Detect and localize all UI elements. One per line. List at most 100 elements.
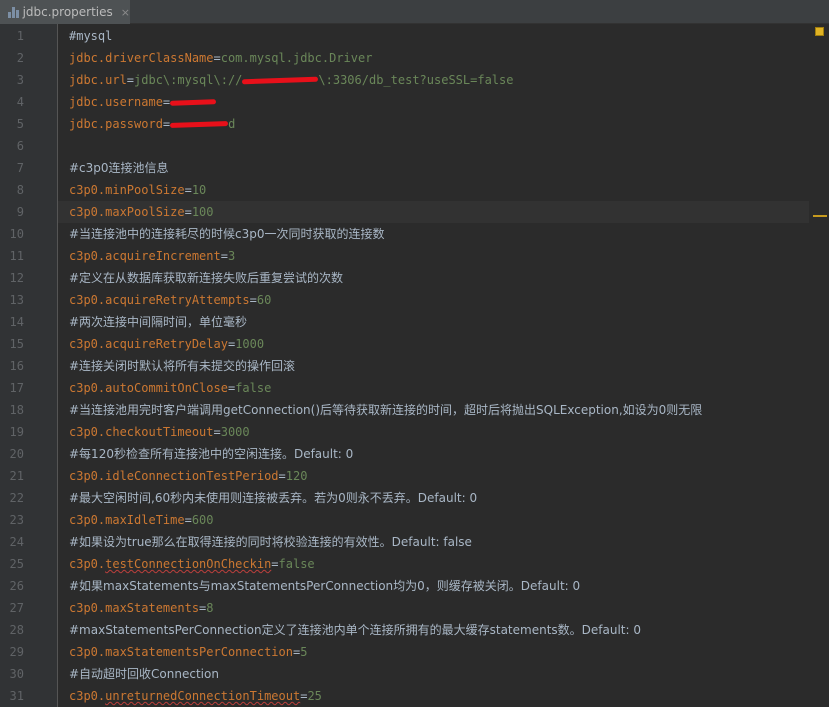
code-editor[interactable]: #mysql jdbc.driverClassName=com.mysql.jdb… [58, 24, 809, 707]
comment-text: #mysql [69, 29, 113, 43]
code-line[interactable]: #当连接池用完时客户端调用getConnection()后等待获取新连接的时间，… [58, 399, 809, 421]
line-content: c3p0.acquireRetryAttempts=60 [69, 289, 271, 311]
code-line[interactable]: jdbc.password= d [58, 113, 809, 135]
comment-text: #如果设为true那么在取得连接的同时将校验连接的有效性。Default: fa… [69, 535, 472, 549]
code-line[interactable]: c3p0.maxIdleTime=600 [58, 509, 809, 531]
code-line[interactable]: #两次连接中间隔时间，单位毫秒 [58, 311, 809, 333]
property-value: 3000 [220, 425, 250, 439]
comment-text: #如果maxStatements与maxStatementsPerConnect… [69, 579, 581, 593]
property-value: 100 [191, 205, 214, 219]
line-content: #如果maxStatements与maxStatementsPerConnect… [69, 575, 580, 597]
line-number: 1 [16, 29, 24, 43]
line-number: 24 [9, 535, 24, 549]
line-content: #定义在从数据库获取新连接失败后重复尝试的次数 [69, 267, 343, 289]
line-content: #每120秒检查所有连接池中的空闲连接。Default: 0 [69, 443, 353, 465]
property-value: com.mysql.jdbc.Driver [220, 51, 373, 65]
line-content: #mysql [69, 25, 112, 47]
code-line[interactable]: c3p0.testConnectionOnCheckin=false [58, 553, 809, 575]
code-line[interactable]: #mysql [58, 25, 809, 47]
line-content: c3p0.unreturnedConnectionTimeout=25 [69, 685, 322, 707]
property-key: c3p0.maxStatements [69, 601, 200, 615]
property-value: 60 [256, 293, 272, 307]
close-icon[interactable]: × [121, 6, 130, 19]
tab-jdbc-properties[interactable]: jdbc.properties × [0, 0, 130, 24]
property-key: c3p0.minPoolSize [69, 183, 185, 197]
code-line[interactable]: c3p0.maxStatements=8 [58, 597, 809, 619]
line-content: c3p0.checkoutTimeout=3000 [69, 421, 250, 443]
line-number: 6 [16, 139, 24, 153]
comment-text: #maxStatementsPerConnection定义了连接池内单个连接所拥… [69, 623, 641, 637]
equals-sign: = [184, 205, 192, 219]
code-line[interactable]: c3p0.checkoutTimeout=3000 [58, 421, 809, 443]
line-number: 19 [9, 425, 24, 439]
property-key: c3p0.maxStatementsPerConnection [69, 645, 293, 659]
line-content: #最大空闲时间,60秒内未使用则连接被丢弃。若为0则永不丢弃。Default: … [69, 487, 477, 509]
code-line[interactable]: #如果maxStatements与maxStatementsPerConnect… [58, 575, 809, 597]
code-line[interactable]: #c3p0连接池信息 [58, 157, 809, 179]
code-line[interactable]: jdbc.url=jdbc\:mysql\:// \:3306/db_test?u… [58, 69, 809, 91]
code-line[interactable]: c3p0.maxPoolSize=100 [58, 201, 809, 223]
property-key-unknown: unreturnedConnectionTimeout [105, 689, 301, 703]
line-content: c3p0.testConnectionOnCheckin=false [69, 553, 315, 575]
warning-marker[interactable] [813, 215, 827, 217]
equals-sign: = [184, 183, 192, 197]
property-key: c3p0.acquireRetryAttempts [69, 293, 250, 307]
code-line[interactable]: c3p0.maxStatementsPerConnection=5 [58, 641, 809, 663]
property-key: jdbc.url [69, 73, 127, 87]
code-line[interactable]: jdbc.username= [58, 91, 809, 113]
equals-sign: = [213, 425, 221, 439]
property-key: c3p0. [69, 557, 106, 571]
code-line[interactable]: #maxStatementsPerConnection定义了连接池内单个连接所拥… [58, 619, 809, 641]
equals-sign: = [184, 513, 192, 527]
property-key: jdbc.password [69, 117, 163, 131]
code-line[interactable] [58, 135, 809, 157]
code-line[interactable]: c3p0.autoCommitOnClose=false [58, 377, 809, 399]
property-key: c3p0.maxIdleTime [69, 513, 185, 527]
line-content: c3p0.autoCommitOnClose=false [69, 377, 271, 399]
code-line[interactable]: #连接关闭时默认将所有未提交的操作回滚 [58, 355, 809, 377]
line-content: #maxStatementsPerConnection定义了连接池内单个连接所拥… [69, 619, 641, 641]
line-content: c3p0.acquireIncrement=3 [69, 245, 235, 267]
code-line[interactable]: c3p0.unreturnedConnectionTimeout=25 [58, 685, 809, 707]
property-value: 3 [227, 249, 236, 263]
property-key: c3p0.maxPoolSize [69, 205, 185, 219]
code-line[interactable]: #每120秒检查所有连接池中的空闲连接。Default: 0 [58, 443, 809, 465]
line-content: jdbc.url=jdbc\:mysql\:// \:3306/db_test?u… [69, 69, 513, 91]
properties-file-icon [8, 5, 19, 19]
code-line[interactable]: jdbc.driverClassName=com.mysql.jdbc.Driv… [58, 47, 809, 69]
line-content: #c3p0连接池信息 [69, 157, 169, 179]
code-line[interactable]: c3p0.acquireRetryAttempts=60 [58, 289, 809, 311]
code-line[interactable]: c3p0.minPoolSize=10 [58, 179, 809, 201]
property-key: c3p0.acquireRetryDelay [69, 337, 228, 351]
comment-text: #最大空闲时间,60秒内未使用则连接被丢弃。若为0则永不丢弃。Default: … [69, 491, 478, 505]
code-line[interactable]: #如果设为true那么在取得连接的同时将校验连接的有效性。Default: fa… [58, 531, 809, 553]
line-content: #自动超时回收Connection [69, 663, 219, 685]
equals-sign: = [126, 73, 135, 87]
line-number: 27 [9, 601, 24, 615]
error-stripe[interactable] [809, 24, 829, 707]
comment-text: #当连接池用完时客户端调用getConnection()后等待获取新连接的时间，… [69, 403, 703, 417]
line-number: 5 [16, 117, 24, 131]
line-number: 4 [16, 95, 24, 109]
line-content: jdbc.password= d [69, 113, 235, 135]
warning-status-icon[interactable] [815, 27, 824, 36]
comment-text: #连接关闭时默认将所有未提交的操作回滚 [69, 359, 296, 373]
code-line[interactable]: c3p0.idleConnectionTestPeriod=120 [58, 465, 809, 487]
line-number: 26 [9, 579, 24, 593]
comment-text: #每120秒检查所有连接池中的空闲连接。Default: 0 [69, 447, 354, 461]
line-number: 13 [9, 293, 24, 307]
code-line[interactable]: #自动超时回收Connection [58, 663, 809, 685]
code-line[interactable]: #定义在从数据库获取新连接失败后重复尝试的次数 [58, 267, 809, 289]
code-line[interactable]: c3p0.acquireRetryDelay=1000 [58, 333, 809, 355]
property-value: 10 [191, 183, 207, 197]
equals-sign: = [278, 469, 286, 483]
property-value: d [228, 117, 236, 131]
line-number: 31 [9, 689, 24, 703]
comment-text: #自动超时回收Connection [69, 667, 219, 681]
code-line[interactable]: #最大空闲时间,60秒内未使用则连接被丢弃。若为0则永不丢弃。Default: … [58, 487, 809, 509]
code-line[interactable]: #当连接池中的连接耗尽的时候c3p0一次同时获取的连接数 [58, 223, 809, 245]
code-line[interactable]: c3p0.acquireIncrement=3 [58, 245, 809, 267]
line-content: c3p0.minPoolSize=10 [69, 179, 206, 201]
line-content: #当连接池用完时客户端调用getConnection()后等待获取新连接的时间，… [69, 399, 702, 421]
line-number: 2 [16, 51, 24, 65]
